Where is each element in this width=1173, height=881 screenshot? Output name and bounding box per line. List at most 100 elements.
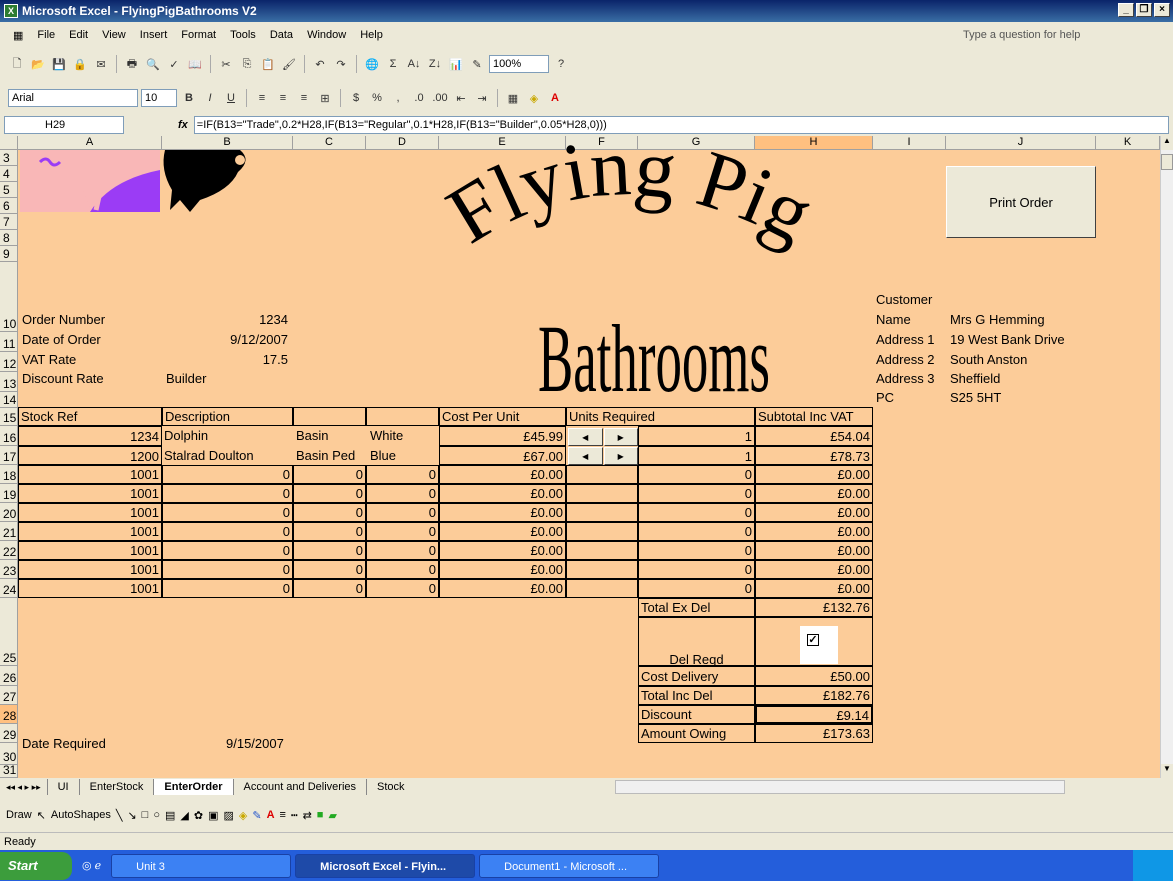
vat-rate-value[interactable]: 17.5 xyxy=(162,350,288,370)
menu-help[interactable]: Help xyxy=(353,29,390,41)
horizontal-scrollbar[interactable] xyxy=(614,780,1065,794)
row-header[interactable]: 20 xyxy=(0,503,18,522)
table-cell[interactable]: 0 xyxy=(638,522,755,541)
row-header[interactable]: 28 xyxy=(0,705,18,724)
table-cell[interactable]: 0 xyxy=(293,560,366,579)
decrease-indent-icon[interactable]: ⇤ xyxy=(452,88,470,108)
help-search[interactable]: Type a question for help xyxy=(963,26,1113,44)
row2-units[interactable]: 1 xyxy=(638,446,755,465)
menu-tools[interactable]: Tools xyxy=(223,29,263,41)
workbook-icon[interactable]: ▦ xyxy=(6,29,30,42)
table-cell[interactable]: £0.00 xyxy=(439,541,566,560)
row-header[interactable]: 22 xyxy=(0,541,18,560)
table-cell[interactable] xyxy=(566,503,638,522)
menu-insert[interactable]: Insert xyxy=(133,29,175,41)
table-cell[interactable]: £0.00 xyxy=(439,503,566,522)
table-cell[interactable]: 0 xyxy=(293,541,366,560)
row-header[interactable]: 7 xyxy=(0,214,18,230)
paste-icon[interactable]: 📋 xyxy=(259,54,277,74)
table-cell[interactable]: 0 xyxy=(293,465,366,484)
table-cell[interactable] xyxy=(566,560,638,579)
row-header[interactable]: 19 xyxy=(0,484,18,503)
save-icon[interactable]: 💾 xyxy=(50,54,68,74)
row-header[interactable]: 30 xyxy=(0,743,18,765)
print-preview-icon[interactable]: 🔍 xyxy=(144,54,162,74)
col-header-i[interactable]: I xyxy=(873,136,946,150)
table-cell[interactable] xyxy=(566,541,638,560)
table-cell[interactable]: 1001 xyxy=(18,541,162,560)
spin-right-icon[interactable]: ▶ xyxy=(603,428,638,446)
new-icon[interactable]: 🗋 xyxy=(8,54,26,74)
table-cell[interactable]: 1001 xyxy=(18,522,162,541)
table-cell[interactable]: 1001 xyxy=(18,560,162,579)
autosum-icon[interactable]: Σ xyxy=(384,54,402,74)
vertical-scrollbar[interactable]: ▲ ▼ xyxy=(1160,136,1173,778)
address1-value[interactable]: 19 West Bank Drive xyxy=(950,330,1065,350)
spin-left-icon[interactable]: ◀ xyxy=(568,447,603,465)
picture-icon[interactable]: ▨ xyxy=(223,809,233,822)
restore-button[interactable]: ❐ xyxy=(1136,3,1152,17)
format-painter-icon[interactable]: 🖌 xyxy=(280,54,298,74)
row1-desc[interactable]: Dolphin xyxy=(164,426,208,446)
table-cell[interactable]: 0 xyxy=(638,560,755,579)
spelling-icon[interactable]: ✓ xyxy=(165,54,183,74)
row-header[interactable]: 17 xyxy=(0,446,18,465)
draw-menu[interactable]: Draw xyxy=(6,809,32,821)
scroll-down-icon[interactable]: ▼ xyxy=(1161,764,1173,778)
merge-center-icon[interactable]: ⊞ xyxy=(316,88,334,108)
table-cell[interactable]: 0 xyxy=(366,560,439,579)
percent-icon[interactable]: % xyxy=(368,88,386,108)
align-left-icon[interactable]: ≡ xyxy=(253,88,271,108)
col-header-c[interactable]: C xyxy=(293,136,366,150)
row-header[interactable]: 23 xyxy=(0,560,18,579)
table-cell[interactable] xyxy=(566,465,638,484)
col-header-a[interactable]: A xyxy=(18,136,162,150)
print-icon[interactable]: 🖶 xyxy=(123,54,141,74)
underline-icon[interactable]: U xyxy=(222,88,240,108)
address3-value[interactable]: Sheffield xyxy=(950,369,1000,389)
dash-style-icon[interactable]: ┅ xyxy=(291,809,298,822)
arrow-icon[interactable]: ↘ xyxy=(127,809,136,822)
row-header[interactable]: 14 xyxy=(0,392,18,408)
start-button[interactable]: Start xyxy=(0,851,72,880)
align-center-icon[interactable]: ≡ xyxy=(274,88,292,108)
table-cell[interactable]: 0 xyxy=(638,541,755,560)
table-cell[interactable]: £0.00 xyxy=(439,484,566,503)
tab-account-and-deliveries[interactable]: Account and Deliveries xyxy=(232,779,367,795)
table-cell[interactable]: £0.00 xyxy=(755,541,873,560)
row-header[interactable]: 26 xyxy=(0,666,18,686)
tab-enterorder[interactable]: EnterOrder xyxy=(153,779,233,795)
table-cell[interactable]: 0 xyxy=(638,484,755,503)
rectangle-icon[interactable]: □ xyxy=(142,809,149,821)
row2-colour[interactable]: Blue xyxy=(370,446,396,466)
customer-name-value[interactable]: Mrs G Hemming xyxy=(950,310,1045,330)
row2-desc[interactable]: Stalrad Doulton xyxy=(164,446,254,466)
open-icon[interactable]: 📂 xyxy=(29,54,47,74)
print-order-button[interactable]: Print Order xyxy=(946,166,1096,238)
table-cell[interactable]: £0.00 xyxy=(755,465,873,484)
wordart-icon[interactable]: ◢ xyxy=(180,809,188,822)
table-cell[interactable]: 0 xyxy=(366,503,439,522)
copy-icon[interactable]: ⎘ xyxy=(238,54,256,74)
research-icon[interactable]: 📖 xyxy=(186,54,204,74)
table-cell[interactable]: 0 xyxy=(638,503,755,522)
row-header[interactable]: 5 xyxy=(0,182,18,198)
sort-ascending-icon[interactable]: A↓ xyxy=(405,54,423,74)
table-cell[interactable]: 0 xyxy=(638,579,755,598)
tab-nav-icons[interactable]: ◂◂ ◂ ▸ ▸▸ xyxy=(0,782,47,793)
row-header[interactable]: 24 xyxy=(0,579,18,598)
table-cell[interactable]: 0 xyxy=(366,541,439,560)
row-header[interactable]: 3 xyxy=(0,150,18,166)
hyperlink-icon[interactable]: 🌐 xyxy=(363,54,381,74)
drawing-icon[interactable]: ✎ xyxy=(468,54,486,74)
clipart-icon[interactable]: ▣ xyxy=(208,809,218,822)
date-required-value[interactable]: 9/15/2007 xyxy=(226,734,284,754)
row1-stock-ref[interactable]: 1234 xyxy=(18,426,162,446)
menu-edit[interactable]: Edit xyxy=(62,29,95,41)
select-objects-icon[interactable]: ↖ xyxy=(37,809,46,822)
table-cell[interactable]: £0.00 xyxy=(439,465,566,484)
cost-delivery-value[interactable]: £50.00 xyxy=(755,666,873,686)
table-cell[interactable]: 0 xyxy=(293,484,366,503)
3d-icon[interactable]: ▰ xyxy=(328,809,336,822)
align-right-icon[interactable]: ≡ xyxy=(295,88,313,108)
